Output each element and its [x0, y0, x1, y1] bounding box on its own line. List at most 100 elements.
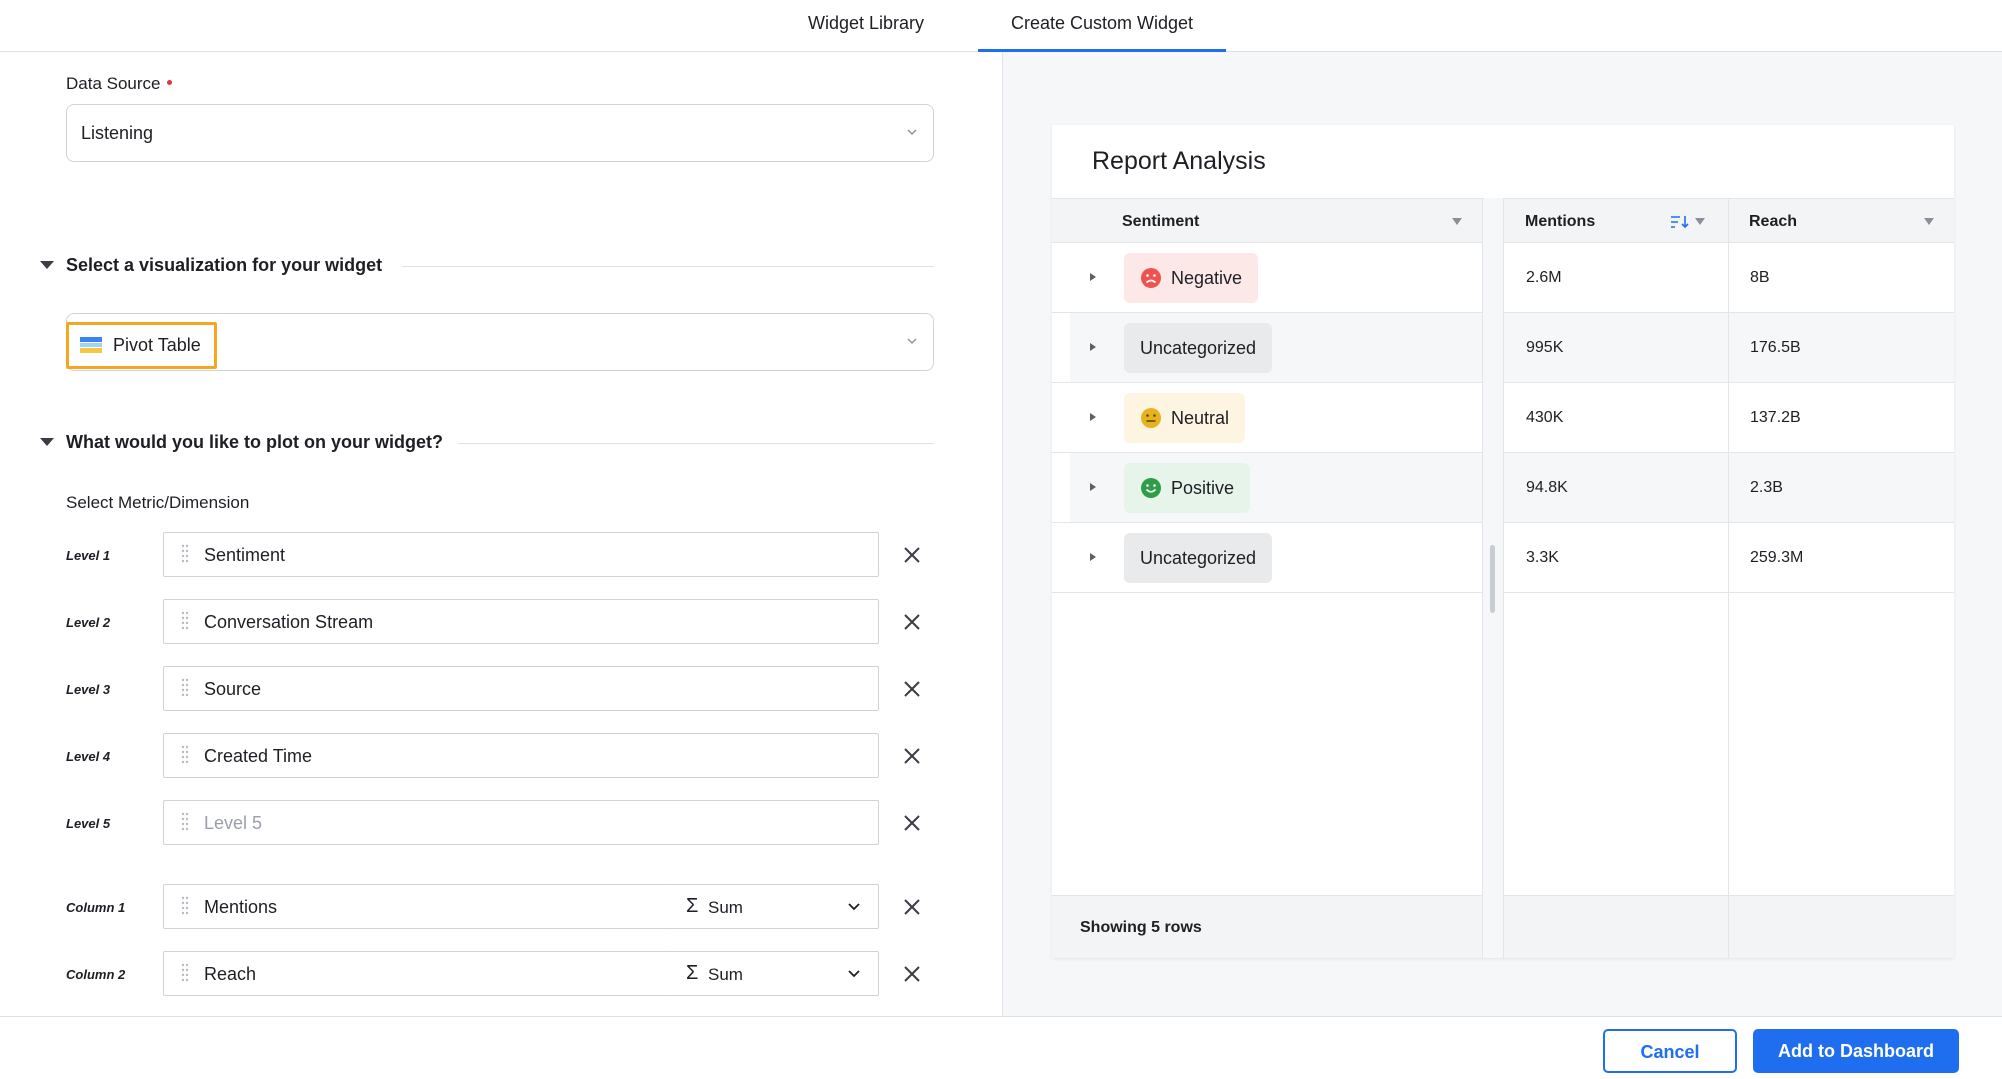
drag-handle-icon[interactable]: [181, 896, 189, 918]
drag-handle-icon[interactable]: [181, 812, 189, 834]
mentions-value: 3.3K: [1526, 549, 1559, 566]
column-2-value: Reach: [204, 964, 257, 984]
column-1-field[interactable]: Mentions: [163, 884, 669, 929]
section-divider: [402, 266, 934, 267]
cancel-button[interactable]: Cancel: [1603, 1029, 1737, 1073]
viz-section-title: Select a visualization for your widget: [66, 254, 383, 275]
remove-level-5-close-icon[interactable]: [902, 813, 922, 833]
drag-handle-icon[interactable]: [181, 678, 189, 700]
tab-widget-library[interactable]: Widget Library: [780, 0, 952, 52]
row-count-text: Showing 5 rows: [1080, 919, 1202, 936]
reach-value: 176.5B: [1750, 339, 1801, 356]
reach-filter-icon[interactable]: [1924, 218, 1934, 225]
reach-value: 8B: [1750, 269, 1770, 286]
level-4-value: Created Time: [204, 746, 313, 766]
plot-section-title: What would you like to plot on your widg…: [66, 431, 443, 452]
neutral-face-icon: [1141, 408, 1161, 428]
sigma-icon: Σ: [686, 895, 699, 917]
mentions-filter-icon[interactable]: [1695, 218, 1705, 225]
chevron-down-icon: [907, 338, 917, 344]
remove-level-3-close-icon[interactable]: [902, 679, 922, 699]
caret-down-icon: [40, 438, 54, 446]
chevron-down-icon: [907, 129, 917, 135]
top-tab-bar: Widget Library Create Custom Widget: [0, 0, 2002, 53]
remove-column-1-close-icon[interactable]: [902, 897, 922, 917]
column-2-aggregation-select[interactable]: Σ Sum: [668, 951, 879, 996]
reach-value: 137.2B: [1750, 409, 1801, 426]
drag-handle-icon[interactable]: [181, 544, 189, 566]
metric-dimension-label: Select Metric/Dimension: [66, 493, 250, 512]
header-mentions[interactable]: Mentions: [1525, 199, 1595, 244]
caret-down-icon: [40, 261, 54, 269]
expand-row-icon[interactable]: [1090, 483, 1096, 491]
horizontal-scrollbar-thumb[interactable]: [1490, 545, 1495, 613]
sentiment-value: Positive: [1171, 477, 1235, 498]
column-1-aggregation-value: Sum: [708, 898, 743, 917]
pivot-table-option-highlight[interactable]: Pivot Table: [66, 322, 217, 369]
pivot-table-icon: [80, 337, 102, 353]
drag-handle-icon[interactable]: [181, 611, 189, 633]
sigma-icon: Σ: [686, 962, 699, 984]
mentions-value: 430K: [1526, 409, 1564, 426]
drag-handle-icon[interactable]: [181, 963, 189, 985]
remove-level-2-close-icon[interactable]: [902, 612, 922, 632]
add-to-dashboard-button[interactable]: Add to Dashboard: [1753, 1029, 1959, 1073]
column-2-label: Column 2: [66, 967, 126, 982]
report-analysis-card: Report Analysis Sentiment Mentions Reach…: [1052, 125, 1954, 958]
level-2-value: Conversation Stream: [204, 612, 374, 632]
level-1-field[interactable]: Sentiment: [163, 532, 879, 577]
header-sentiment[interactable]: Sentiment: [1122, 199, 1199, 244]
sentiment-pill[interactable]: Neutral: [1124, 393, 1246, 443]
expand-row-icon[interactable]: [1090, 273, 1096, 281]
expand-row-icon[interactable]: [1090, 413, 1096, 421]
drag-handle-icon[interactable]: [181, 745, 189, 767]
level-3-field[interactable]: Source: [163, 666, 879, 711]
tab-create-custom-widget[interactable]: Create Custom Widget: [978, 0, 1226, 53]
column-divider: [1728, 198, 1729, 958]
level-2-label: Level 2: [66, 615, 111, 630]
expand-row-icon[interactable]: [1090, 343, 1096, 351]
data-source-label: Data Source: [66, 74, 172, 94]
sentiment-filter-icon[interactable]: [1452, 218, 1462, 225]
column-1-value: Mentions: [204, 897, 278, 917]
mentions-value: 995K: [1526, 339, 1564, 356]
header-reach[interactable]: Reach: [1749, 199, 1797, 244]
reach-value: 259.3M: [1750, 549, 1804, 566]
level-5-field[interactable]: Level 5: [163, 800, 879, 845]
column-2-aggregation-value: Sum: [708, 965, 743, 984]
sentiment-pill[interactable]: Positive: [1124, 463, 1251, 513]
level-2-field[interactable]: Conversation Stream: [163, 599, 879, 644]
sentiment-value: Uncategorized: [1140, 337, 1257, 358]
sentiment-pill[interactable]: Uncategorized: [1124, 323, 1273, 373]
visualization-value: Pivot Table: [113, 335, 201, 355]
sentiment-value: Uncategorized: [1140, 547, 1257, 568]
report-title: Report Analysis: [1092, 147, 1266, 175]
level-4-label: Level 4: [66, 749, 111, 764]
sentiment-value: Negative: [1171, 267, 1243, 288]
remove-level-4-close-icon[interactable]: [902, 746, 922, 766]
sentiment-pill[interactable]: Negative: [1124, 253, 1259, 303]
column-1-aggregation-select[interactable]: Σ Sum: [668, 884, 879, 929]
sort-descending-icon[interactable]: [1670, 214, 1690, 230]
data-source-select[interactable]: Listening: [66, 104, 934, 162]
expand-row-icon[interactable]: [1090, 553, 1096, 561]
happy-face-icon: [1141, 478, 1161, 498]
mentions-value: 2.6M: [1526, 269, 1562, 286]
plot-section-toggle[interactable]: What would you like to plot on your widg…: [40, 430, 443, 454]
level-5-label: Level 5: [66, 816, 111, 831]
section-divider: [458, 443, 934, 444]
sentiment-pill[interactable]: Uncategorized: [1124, 533, 1273, 583]
sentiment-value: Neutral: [1171, 407, 1230, 428]
column-2-field[interactable]: Reach: [163, 951, 669, 996]
sad-face-icon: [1141, 268, 1161, 288]
mentions-value: 94.8K: [1526, 479, 1568, 496]
level-4-field[interactable]: Created Time: [163, 733, 879, 778]
remove-level-1-close-icon[interactable]: [902, 545, 922, 565]
level-3-value: Source: [204, 679, 262, 699]
viz-section-toggle[interactable]: Select a visualization for your widget: [40, 253, 382, 277]
level-1-label: Level 1: [66, 548, 111, 563]
widget-config-panel: Data Source Listening Select a visualiza…: [0, 52, 1002, 1016]
chevron-down-icon: [848, 970, 860, 978]
column-1-label: Column 1: [66, 900, 126, 915]
remove-column-2-close-icon[interactable]: [902, 964, 922, 984]
